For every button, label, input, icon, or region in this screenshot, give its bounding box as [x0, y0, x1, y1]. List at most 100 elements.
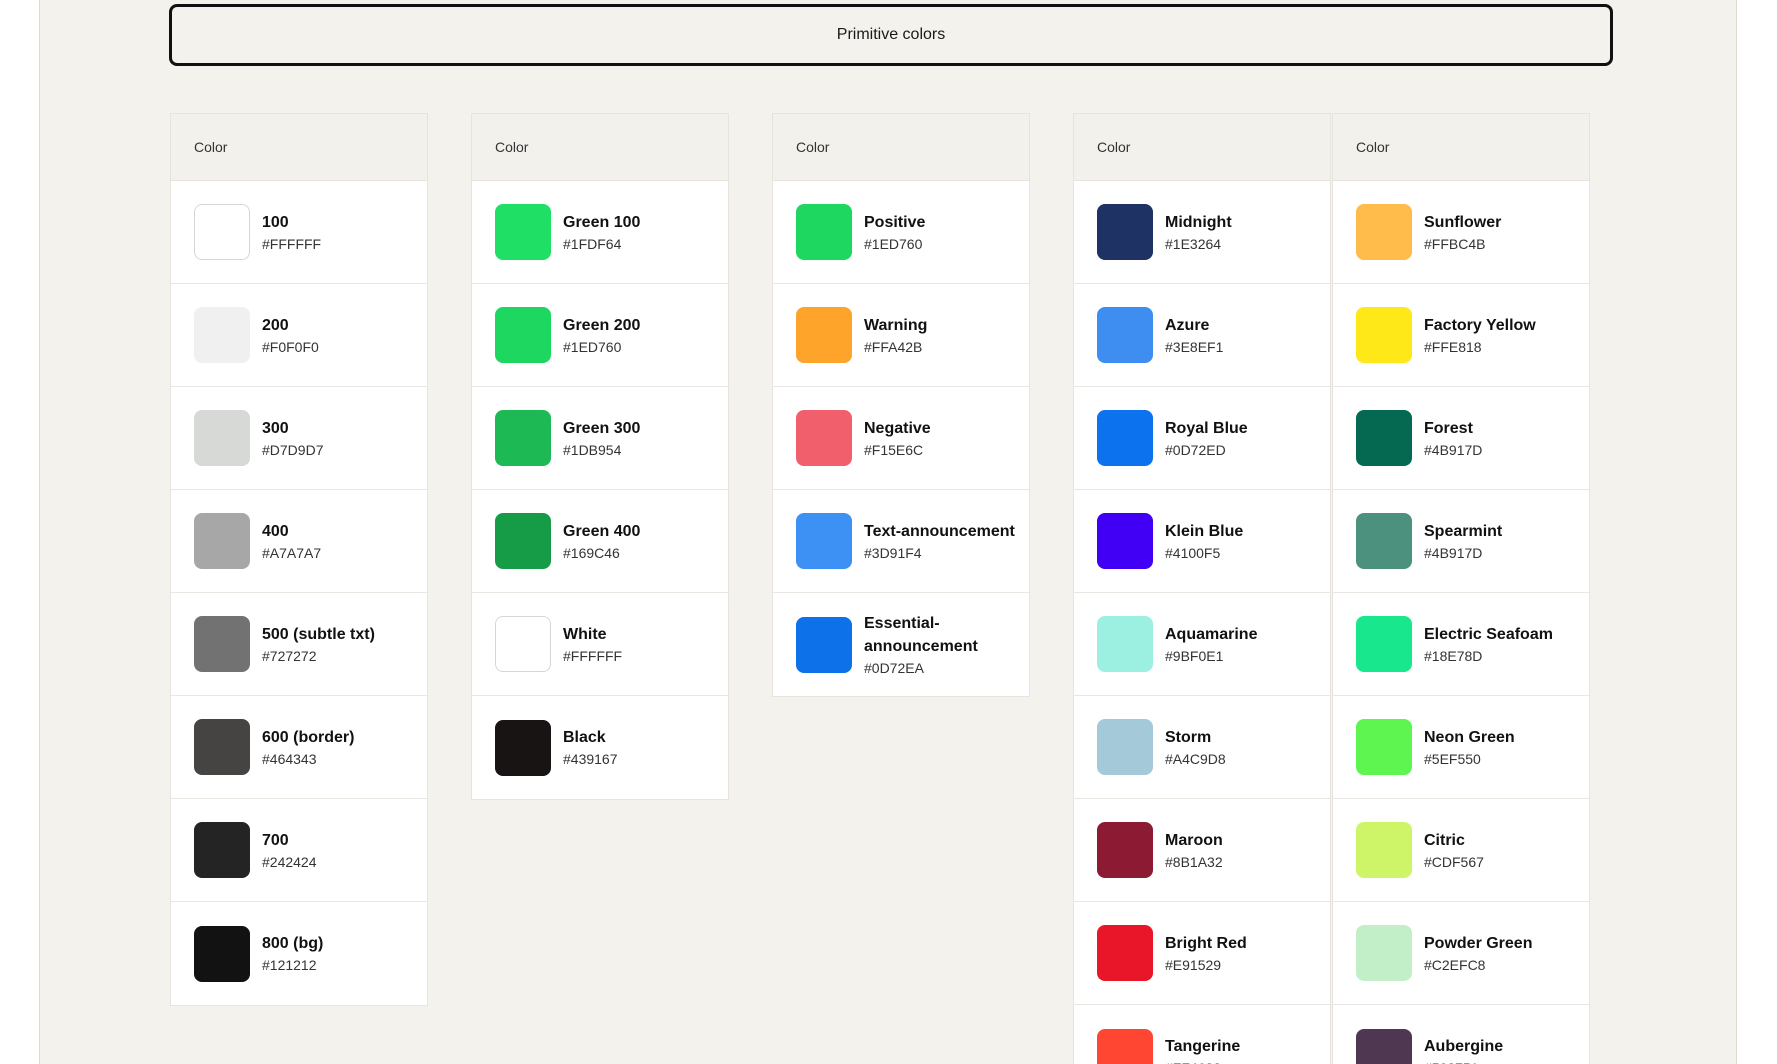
- color-swatch: [1097, 204, 1153, 260]
- color-info: Neon Green #5EF550: [1424, 726, 1515, 769]
- color-info: Spearmint #4B917D: [1424, 520, 1502, 563]
- color-swatch: [1356, 307, 1412, 363]
- color-swatch: [1356, 822, 1412, 878]
- color-name: Factory Yellow: [1424, 316, 1536, 334]
- color-swatch: [1097, 925, 1153, 981]
- color-swatch: [194, 307, 250, 363]
- color-name: Electric Seafoam: [1424, 625, 1553, 643]
- color-swatch: [194, 925, 250, 982]
- color-name: White: [563, 625, 607, 643]
- color-row-700: 700 #242424: [171, 799, 427, 902]
- color-swatch: [495, 410, 551, 466]
- color-swatch: [1356, 410, 1412, 466]
- color-info: 300 #D7D9D7: [262, 417, 323, 460]
- color-info: Bright Red #E91529: [1165, 932, 1247, 975]
- color-name: Warning: [864, 316, 928, 334]
- color-row-maroon: Maroon #8B1A32: [1074, 799, 1330, 902]
- color-swatch: [495, 204, 551, 260]
- color-hex: #A7A7A7: [262, 544, 322, 561]
- color-info: Text-announcement #3D91F4: [864, 520, 1015, 563]
- color-swatch: [1097, 410, 1153, 466]
- color-hex: #18E78D: [1424, 647, 1483, 664]
- color-row-forest: Forest #4B917D: [1333, 387, 1589, 490]
- color-name: 300: [262, 419, 289, 437]
- color-info: Aubergine #503751: [1424, 1035, 1503, 1064]
- color-row-positive: Positive #1ED760: [773, 181, 1029, 284]
- color-row-sunflower: Sunflower #FFBC4B: [1333, 181, 1589, 284]
- color-hex: #1ED760: [563, 338, 622, 355]
- color-row-klein-blue: Klein Blue #4100F5: [1074, 490, 1330, 593]
- color-info: 100 #FFFFFF: [262, 211, 321, 254]
- color-swatch: [1097, 1028, 1153, 1064]
- color-info: Electric Seafoam #18E78D: [1424, 623, 1553, 666]
- color-info: Powder Green #C2EFC8: [1424, 932, 1532, 975]
- color-info: Klein Blue #4100F5: [1165, 520, 1243, 563]
- color-hex: #FFBC4B: [1424, 235, 1486, 252]
- color-swatch: [495, 616, 551, 672]
- color-info: Forest #4B917D: [1424, 417, 1482, 460]
- color-row-aubergine: Aubergine #503751: [1333, 1005, 1589, 1064]
- color-name: Negative: [864, 419, 931, 437]
- color-hex: #727272: [262, 647, 317, 664]
- color-name: Text-announcement: [864, 522, 1015, 540]
- color-info: Green 300 #1DB954: [563, 417, 640, 460]
- section-title: Primitive colors: [836, 26, 946, 43]
- color-hex: #FFA42B: [864, 338, 923, 355]
- color-swatch: [495, 513, 551, 569]
- color-row-citric: Citric #CDF567: [1333, 799, 1589, 902]
- color-info: Black #439167: [563, 726, 618, 769]
- section-header: Primitive colors: [169, 4, 1613, 66]
- color-row-spearmint: Spearmint #4B917D: [1333, 490, 1589, 593]
- color-row-essential-announcement: Essential-announcement #0D72EA: [773, 593, 1029, 696]
- color-row-200: 200 #F0F0F0: [171, 284, 427, 387]
- color-name: Midnight: [1165, 213, 1232, 231]
- color-name: Sunflower: [1424, 213, 1502, 231]
- color-swatch: [1097, 719, 1153, 775]
- color-hex: #FF4632: [1165, 1058, 1240, 1064]
- color-name: Green 200: [563, 316, 641, 334]
- column-header: Color: [773, 114, 1029, 181]
- color-name: 500 (subtle txt): [262, 625, 375, 643]
- color-swatch: [796, 616, 852, 673]
- color-name: Black: [563, 729, 606, 746]
- color-name: 200: [262, 316, 289, 334]
- color-hex: #C2EFC8: [1424, 956, 1486, 973]
- color-row-negative: Negative #F15E6C: [773, 387, 1029, 490]
- color-info: Positive #1ED760: [864, 211, 925, 254]
- color-row-800-bg: 800 (bg) #121212: [171, 902, 427, 1005]
- color-info: Citric #CDF567: [1424, 829, 1484, 872]
- color-hex: #1E3264: [1165, 235, 1222, 252]
- color-swatch: [1356, 616, 1412, 672]
- color-swatch: [1356, 719, 1412, 775]
- color-swatch: [495, 307, 551, 363]
- color-name: Aubergine: [1424, 1038, 1504, 1055]
- color-row-storm: Storm #A4C9D8: [1074, 696, 1330, 799]
- color-hex: #8B1A32: [1165, 853, 1223, 870]
- color-hex: #1DB954: [563, 441, 622, 458]
- color-name: Maroon: [1165, 831, 1223, 849]
- color-name: Neon Green: [1424, 728, 1515, 746]
- color-hex: #D7D9D7: [262, 441, 324, 458]
- color-name: Green 300: [563, 419, 641, 437]
- color-swatch: [194, 204, 250, 260]
- color-row-green-100: Green 100 #1FDF64: [472, 181, 728, 284]
- color-info: Factory Yellow #FFE818: [1424, 314, 1536, 357]
- color-hex: #3E8EF1: [1165, 338, 1224, 355]
- color-hex: #FFFFFF: [563, 647, 623, 664]
- color-table-5: Color Sunflower #FFBC4B Factory Yellow #FFE8…: [1332, 113, 1590, 1064]
- color-name: Klein Blue: [1165, 522, 1244, 540]
- color-name: 800 (bg): [262, 935, 324, 952]
- color-swatch: [194, 616, 250, 672]
- color-row-600-border: 600 (border) #464343: [171, 696, 427, 799]
- color-swatch: [194, 719, 250, 775]
- color-info: Midnight #1E3264: [1165, 211, 1232, 254]
- color-name: Tangerine: [1165, 1038, 1241, 1055]
- color-row-green-200: Green 200 #1ED760: [472, 284, 728, 387]
- color-row-300: 300 #D7D9D7: [171, 387, 427, 490]
- column-header: Color: [171, 114, 427, 181]
- column-header: Color: [1074, 114, 1330, 181]
- color-info: 800 (bg) #121212: [262, 932, 323, 975]
- color-info: 400 #A7A7A7: [262, 520, 321, 563]
- color-name: Green 100: [563, 213, 641, 231]
- color-swatch: [495, 719, 551, 776]
